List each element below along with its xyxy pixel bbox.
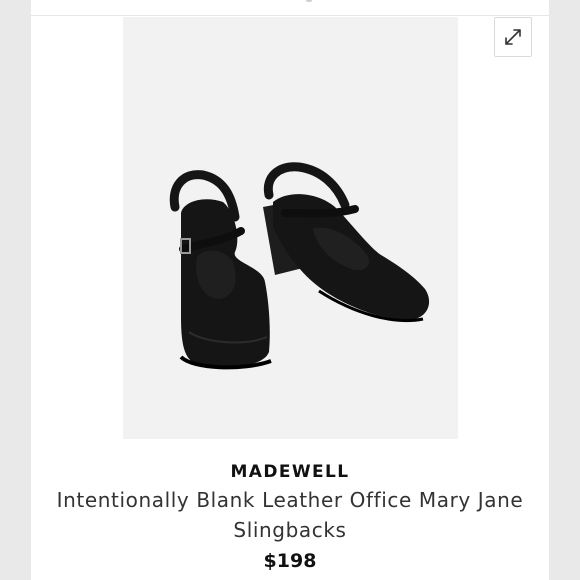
- expand-icon: [505, 29, 521, 45]
- top-divider: [31, 15, 549, 16]
- product-price: $198: [263, 550, 317, 572]
- expand-image-button[interactable]: [494, 17, 532, 57]
- right-shoe: [263, 162, 430, 323]
- shoes-photo: [169, 162, 430, 370]
- product-card: MADEWELL Intentionally Blank Leather Off…: [31, 0, 549, 580]
- left-shoe: [169, 170, 272, 370]
- product-title: Intentionally Blank Leather Office Mary …: [56, 488, 524, 542]
- product-image[interactable]: [123, 17, 458, 439]
- carousel-indicator: [306, 0, 312, 2]
- brand-name[interactable]: MADEWELL: [31, 462, 549, 482]
